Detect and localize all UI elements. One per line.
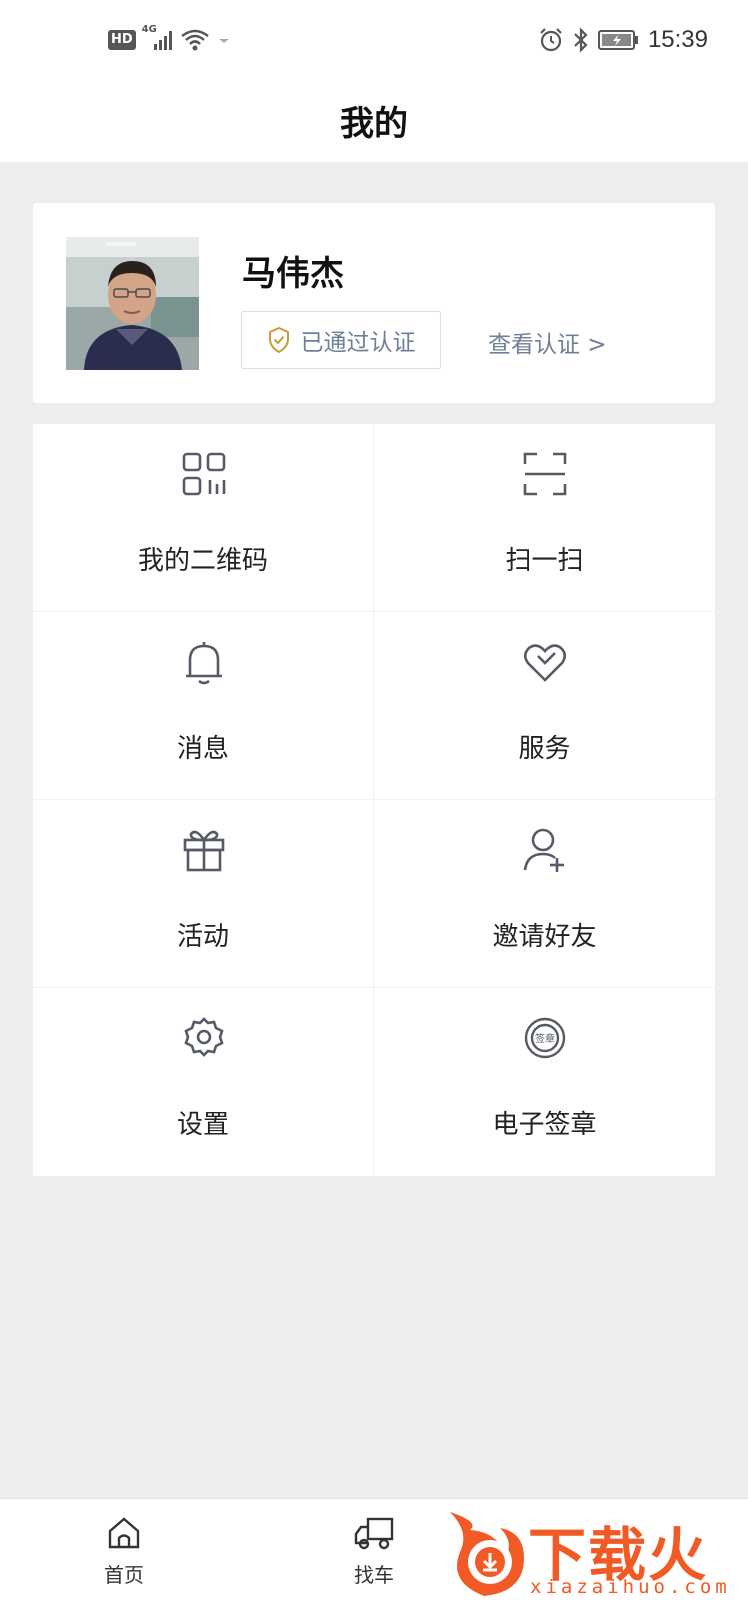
menu-item-scan[interactable]: 扫一扫 [374,424,715,612]
avatar[interactable] [66,237,199,370]
menu-label: 电子签章 [492,1110,597,1140]
qr-code-icon [182,452,226,496]
status-bar: HD 4G 15:39 [0,0,748,86]
page-header: 我的 [0,86,748,162]
menu-item-e-signature[interactable]: 签章 电子签章 [374,988,715,1176]
profile-card[interactable]: 马伟杰 已通过认证 查看认证 > [33,203,715,403]
heart-icon [523,644,567,682]
menu-grid: 我的二维码 扫一扫 消息 服务 活动 邀请好友 设置 签章 电子签章 [33,424,715,1176]
shield-check-icon [268,326,289,354]
bluetooth-icon [574,27,588,53]
nav-label: 首页 [104,1563,144,1587]
bell-icon [186,642,222,685]
battery-icon [597,30,638,50]
status-time: 15:39 [647,26,708,53]
watermark-logo: 下载火 xiazaihuo.com [440,1502,748,1600]
verified-badge: 已通过认证 [241,311,441,369]
signal-icon: 4G [142,24,174,52]
add-user-icon [523,828,564,872]
gift-icon [183,830,225,872]
menu-label: 设置 [176,1110,229,1140]
menu-item-invite[interactable]: 邀请好友 [374,800,715,988]
menu-item-activity[interactable]: 活动 [33,800,374,988]
wifi-icon [180,29,209,51]
flame-download-icon [450,1512,524,1596]
page-title: 我的 [340,104,408,144]
menu-item-qr-code[interactable]: 我的二维码 [33,424,374,612]
gear-icon [184,1017,224,1057]
home-icon [108,1517,140,1549]
menu-item-settings[interactable]: 设置 [33,988,374,1176]
status-left: HD 4G [108,24,232,52]
menu-item-messages[interactable]: 消息 [33,612,374,800]
caret-down-icon [218,39,229,43]
menu-label: 服务 [518,734,571,764]
stamp-icon: 签章 [524,1017,566,1059]
menu-item-service[interactable]: 服务 [374,612,715,800]
menu-label: 活动 [176,922,229,952]
stamp-icon-text: 签章 [535,1032,555,1045]
menu-label: 我的二维码 [137,546,268,576]
menu-label: 邀请好友 [492,922,597,952]
truck-icon [354,1517,394,1550]
menu-label: 扫一扫 [505,546,584,576]
verified-label: 已通过认证 [300,330,416,356]
profile-name: 马伟杰 [242,254,344,294]
hd-indicator: HD [108,30,136,50]
alarm-icon [540,28,562,52]
nav-item-find-truck[interactable]: 找车 [334,1515,414,1588]
nav-label: 找车 [354,1563,394,1587]
scan-icon [523,452,567,496]
nav-item-home[interactable]: 首页 [84,1515,164,1588]
view-cert-link[interactable]: 查看认证 > [488,325,607,359]
watermark-url: xiazaihuo.com [530,1576,731,1598]
status-right: 15:39 [538,26,708,54]
menu-label: 消息 [176,734,229,764]
